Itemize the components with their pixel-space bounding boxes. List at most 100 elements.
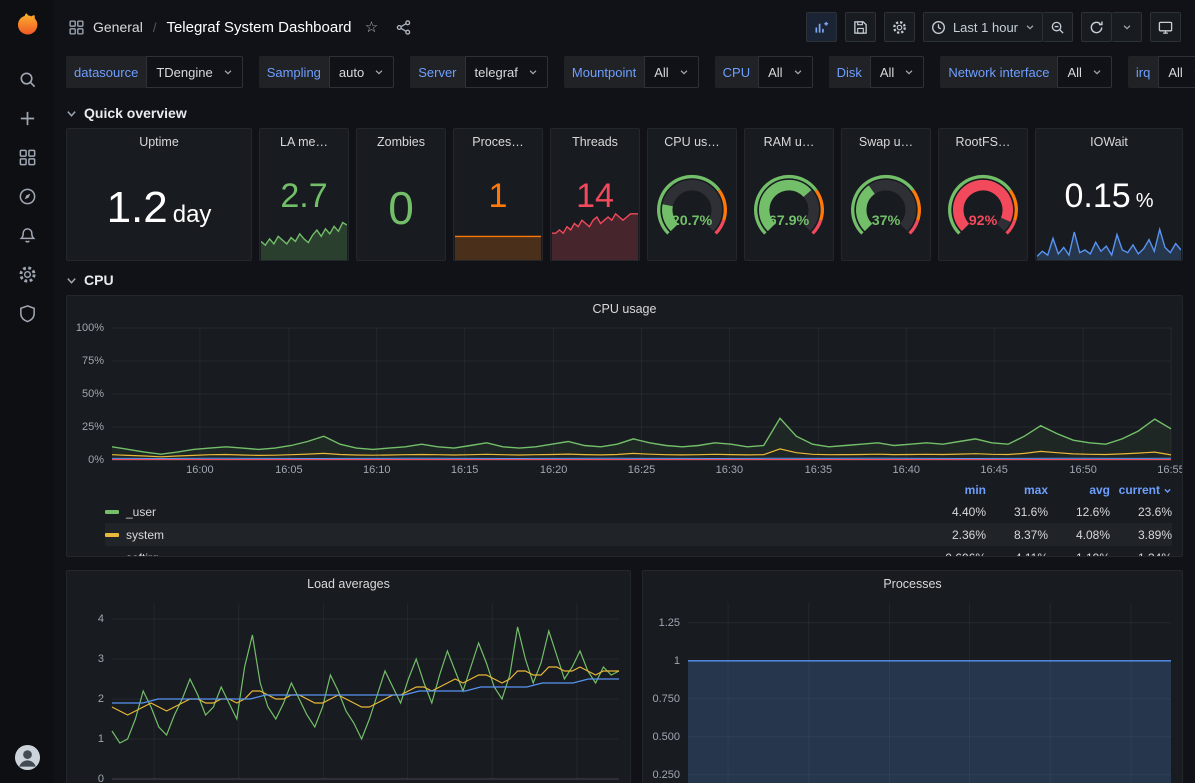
panel-load-averages: Load averages 0123416:0016:1016:2016:301… (66, 570, 631, 783)
gauge: 92% (938, 168, 1028, 248)
variable-label: Server (410, 56, 464, 88)
refresh-button[interactable] (1081, 12, 1112, 42)
legend-row-system: system 2.36% 8.37% 4.08% 3.89% (105, 523, 1172, 546)
panel-iowait: IOWait 0.15% (1035, 128, 1183, 261)
legend-header-row: min max avg current (105, 480, 1172, 500)
panel-title[interactable]: Load averages (67, 571, 630, 597)
section-quick-overview[interactable]: Quick overview (66, 98, 1183, 128)
stat-value: 0.15% (1065, 179, 1154, 213)
explore-compass-icon[interactable] (6, 177, 48, 216)
panel-zombies: Zombies 0 (356, 128, 446, 261)
legend-col-avg[interactable]: avg (1048, 483, 1110, 497)
legend-col-max[interactable]: max (986, 483, 1048, 497)
series-toggle[interactable]: _user (105, 505, 924, 519)
variable-value-dropdown[interactable]: All (1057, 56, 1111, 88)
share-icon[interactable] (392, 15, 416, 39)
series-color-swatch (105, 533, 119, 537)
panel-title[interactable]: Zombies (357, 129, 445, 155)
panel-title[interactable]: CPU usage (67, 296, 1182, 322)
sparkline (455, 230, 541, 260)
server-admin-shield-icon[interactable] (6, 294, 48, 333)
variable-mountpoint: Mountpoint All (564, 56, 699, 88)
panel-threads: Threads 14 (550, 128, 640, 261)
variable-value-dropdown[interactable]: telegraf (465, 56, 548, 88)
panel-swap-used-gauge: Swap u… 37% (841, 128, 931, 261)
refresh-controls (1081, 12, 1142, 42)
legend-row-softirq: softirq 0.696% 4.11% 1.19% 1.34% (105, 546, 1172, 556)
main-area: General / Telegraf System Dashboard ☆ (54, 0, 1195, 783)
time-range-picker[interactable]: Last 1 hour (923, 12, 1043, 42)
search-icon[interactable] (6, 60, 48, 99)
panel-ram-used-gauge: RAM u… 67.9% (744, 128, 834, 261)
time-range-label: Last 1 hour (953, 20, 1018, 35)
variable-cpu: CPU All (715, 56, 813, 88)
variable-label: CPU (715, 56, 758, 88)
panel-uptime: Uptime 1.2day (66, 128, 252, 261)
user-avatar-button[interactable] (14, 744, 41, 771)
create-plus-icon[interactable] (6, 99, 48, 138)
panel-title[interactable]: Processes (643, 571, 1182, 597)
star-icon[interactable]: ☆ (360, 15, 384, 39)
panel-title[interactable]: LA me… (260, 129, 348, 155)
breadcrumb-section[interactable]: General (93, 19, 143, 35)
breadcrumb-separator: / (153, 20, 157, 35)
chevron-down-icon (66, 275, 77, 286)
series-toggle[interactable]: system (105, 528, 924, 542)
dashboard-content: Quick overview Uptime 1.2day LA me… 2. (54, 98, 1195, 783)
sparkline (261, 214, 347, 260)
panel-la-medium: LA me… 2.7 (259, 128, 349, 261)
variable-value-dropdown[interactable]: All (758, 56, 812, 88)
panel-title[interactable]: Proces… (454, 129, 542, 155)
panel-title[interactable]: CPU us… (648, 129, 736, 155)
variable-value-dropdown[interactable]: All (1158, 56, 1195, 88)
panel-title[interactable]: Swap u… (842, 129, 930, 155)
add-panel-button[interactable] (806, 12, 837, 42)
panel-title[interactable]: RAM u… (745, 129, 833, 155)
panel-processes-stat: Proces… 1 (453, 128, 543, 261)
panel-title[interactable]: Threads (551, 129, 639, 155)
chevron-down-icon (223, 67, 233, 77)
chevron-down-icon (66, 108, 77, 119)
top-nav: General / Telegraf System Dashboard ☆ (54, 0, 1195, 54)
variable-irq: irq All (1128, 56, 1195, 88)
cpu-usage-chart[interactable]: 0%25%50%75%100%16:0016:0516:1016:1516:20… (72, 322, 1177, 478)
variable-datasource: datasource TDengine (66, 56, 243, 88)
variable-value-dropdown[interactable]: All (870, 56, 924, 88)
variable-value-dropdown[interactable]: auto (329, 56, 394, 88)
alerting-bell-icon[interactable] (6, 216, 48, 255)
section-cpu[interactable]: CPU (66, 265, 1183, 295)
grafana-app: General / Telegraf System Dashboard ☆ (0, 0, 1195, 783)
legend-col-min[interactable]: min (924, 483, 986, 497)
chevron-down-icon (528, 67, 538, 77)
load-averages-chart[interactable]: 0123416:0016:1016:2016:3016:4016:50 (72, 597, 625, 783)
svg-text:92%: 92% (969, 213, 998, 229)
stat-value: 0 (388, 185, 414, 231)
grafana-logo[interactable] (12, 10, 42, 40)
refresh-interval-dropdown[interactable] (1112, 12, 1142, 42)
dashboards-icon[interactable] (6, 138, 48, 177)
configuration-gear-icon[interactable] (6, 255, 48, 294)
legend-col-current[interactable]: current (1110, 483, 1172, 497)
panel-title[interactable]: IOWait (1036, 129, 1182, 155)
series-toggle[interactable]: softirq (105, 551, 924, 557)
panel-title[interactable]: Uptime (67, 129, 251, 155)
panel-cpu-used-gauge: CPU us… 20.7% (647, 128, 737, 261)
variable-label: irq (1128, 56, 1158, 88)
variable-value-dropdown[interactable]: TDengine (146, 56, 242, 88)
zoom-out-button[interactable] (1043, 12, 1073, 42)
variable-value-dropdown[interactable]: All (644, 56, 698, 88)
series-color-swatch (105, 556, 119, 557)
cycle-view-mode-button[interactable] (1150, 12, 1181, 42)
panel-title[interactable]: RootFS… (939, 129, 1027, 155)
monitor-icon (1158, 20, 1173, 35)
save-dashboard-button[interactable] (845, 12, 876, 42)
gauge: 37% (841, 168, 931, 248)
series-color-swatch (105, 510, 119, 514)
dashboard-settings-gear-icon[interactable] (884, 12, 915, 42)
processes-chart[interactable]: 0.2500.5000.75011.25 (648, 597, 1177, 783)
clock-icon (931, 20, 946, 35)
dashboard-title[interactable]: Telegraf System Dashboard (166, 19, 351, 36)
stat-value: 2.7 (280, 179, 327, 213)
svg-text:37%: 37% (872, 213, 901, 229)
variable-label: Sampling (259, 56, 329, 88)
